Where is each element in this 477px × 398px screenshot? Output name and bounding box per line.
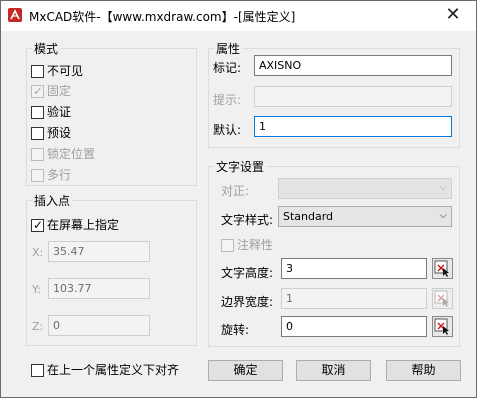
align-below-previous-label: 在上一个属性定义下对齐 <box>47 363 180 377</box>
pick-point-icon <box>434 318 449 335</box>
checkbox-box <box>31 169 44 182</box>
help-button[interactable]: 帮助 <box>386 360 461 381</box>
window-title: MxCAD软件-【www.mxdraw.com】-[属性定义] <box>29 10 296 24</box>
boundary-width-field[interactable]: 1 <box>281 288 427 309</box>
close-button[interactable]: ✕ <box>430 1 476 31</box>
justify-label: 对正: <box>221 184 250 198</box>
text-settings-legend: 文字设置 <box>216 160 265 174</box>
text-height-label: 文字高度: <box>221 266 274 280</box>
rotation-field[interactable]: 0 <box>281 316 427 337</box>
check-icon: ✓ <box>33 84 44 98</box>
pick-boundary-width-button[interactable] <box>432 288 453 309</box>
checkbox-box <box>31 65 44 78</box>
check-icon: ✓ <box>33 218 44 232</box>
x-label: X: <box>32 246 44 259</box>
prompt-field[interactable] <box>254 86 452 107</box>
verify-label: 验证 <box>47 105 72 119</box>
z-label: Z: <box>32 320 44 333</box>
checkbox-box <box>31 148 44 161</box>
checkbox-box <box>31 364 44 377</box>
y-field[interactable]: 103.77 <box>48 278 150 299</box>
prompt-label: 提示: <box>213 93 242 107</box>
z-field[interactable]: 0 <box>48 315 150 336</box>
close-icon: ✕ <box>445 4 461 25</box>
tag-label: 标记: <box>213 61 242 75</box>
specify-on-screen-label: 在屏幕上指定 <box>47 218 120 232</box>
mode-legend: 模式 <box>34 42 59 56</box>
chevron-down-icon: ⌵ <box>439 210 447 221</box>
text-height-field[interactable]: 3 <box>281 258 427 279</box>
ok-button[interactable]: 确定 <box>208 360 283 381</box>
checkbox-box <box>31 127 44 140</box>
rotation-label: 旋转: <box>221 323 250 337</box>
pick-point-icon <box>434 260 449 277</box>
pick-height-button[interactable] <box>432 258 453 279</box>
lock-position-label: 锁定位置 <box>47 147 96 161</box>
chevron-down-icon: ⌵ <box>439 182 447 193</box>
pick-rotation-button[interactable] <box>432 316 453 337</box>
x-field[interactable]: 35.47 <box>48 241 150 262</box>
invisible-label: 不可见 <box>47 64 84 78</box>
checkbox-box <box>31 106 44 119</box>
attribute-definition-dialog: MxCAD软件-【www.mxdraw.com】-[属性定义] ✕ 模式 不可见… <box>0 0 477 398</box>
text-style-select[interactable]: Standard ⌵ <box>278 206 452 227</box>
tag-field[interactable]: AXISNO <box>254 55 452 76</box>
attribute-legend: 属性 <box>216 42 241 56</box>
mxcad-app-icon <box>8 8 22 22</box>
boundary-width-label: 边界宽度: <box>221 295 274 309</box>
default-label: 默认: <box>213 123 242 137</box>
checkbox-box <box>221 239 234 252</box>
insert-point-legend: 插入点 <box>34 194 71 208</box>
default-field[interactable]: 1 <box>254 116 452 137</box>
multiline-label: 多行 <box>47 168 72 182</box>
y-label: Y: <box>32 283 41 296</box>
preset-label: 预设 <box>47 126 72 140</box>
annotative-label: 注释性 <box>237 238 274 252</box>
checkbox-box: ✓ <box>31 84 44 98</box>
constant-label: 固定 <box>47 84 72 98</box>
pick-point-icon <box>434 290 449 307</box>
title-bar: MxCAD软件-【www.mxdraw.com】-[属性定义] ✕ <box>1 1 476 31</box>
justify-select[interactable]: ⌵ <box>278 178 452 199</box>
text-style-label: 文字样式: <box>221 213 274 227</box>
checkbox-box: ✓ <box>31 218 44 232</box>
cancel-button[interactable]: 取消 <box>296 360 371 381</box>
text-style-value: Standard <box>283 210 334 223</box>
